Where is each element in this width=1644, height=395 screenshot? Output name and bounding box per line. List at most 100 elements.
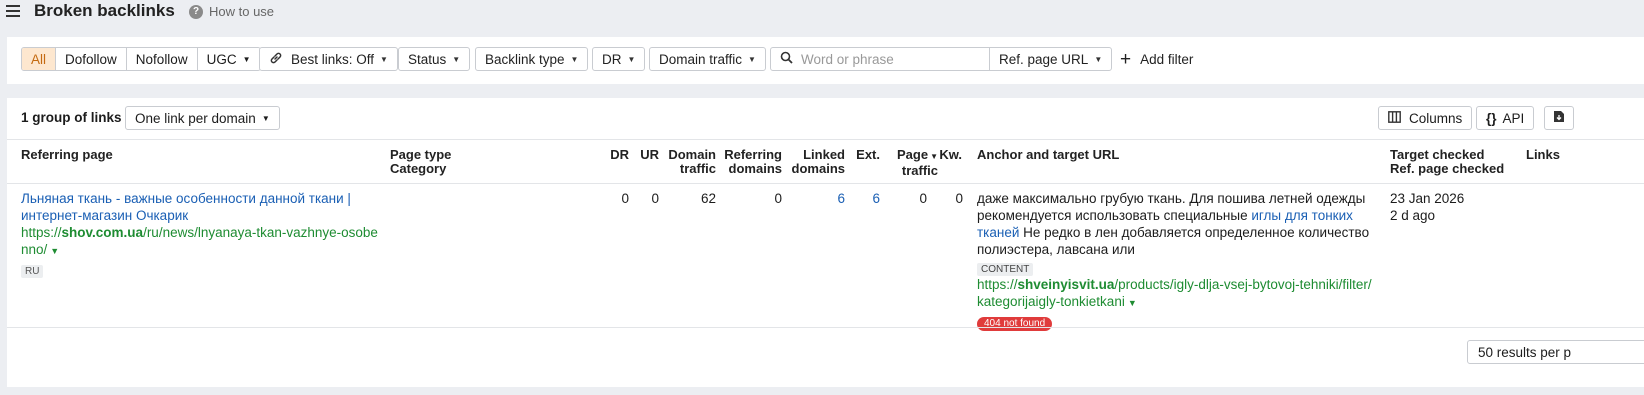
- referring-page-title-line1: Льняная ткань - важные особенности данно…: [21, 191, 351, 206]
- header-checked[interactable]: Target checked Ref. page checked: [1390, 148, 1504, 176]
- dr-label: DR: [602, 51, 622, 67]
- link-type-ugc[interactable]: UGC ▼: [196, 48, 260, 70]
- anchor-link-part2[interactable]: тканей: [977, 225, 1019, 240]
- add-filter-button[interactable]: + Add filter: [1120, 47, 1193, 71]
- ugc-label: UGC: [206, 51, 237, 67]
- page-title: Broken backlinks: [34, 1, 175, 20]
- header-domain-traffic[interactable]: Domain traffic: [657, 148, 716, 176]
- filter-bar: All Dofollow Nofollow UGC ▼ Best links: O…: [7, 37, 1644, 84]
- domain-traffic-value: 62: [700, 191, 716, 206]
- status-filter[interactable]: Status ▼: [398, 47, 471, 71]
- columns-icon: [1388, 110, 1401, 126]
- url-path-line2: nno/: [21, 242, 48, 257]
- referring-page-url[interactable]: https://shov.com.ua/ru/news/lnyanaya-tka…: [21, 224, 381, 260]
- header-linked-domains[interactable]: Linked domains: [787, 148, 845, 176]
- link-type-all[interactable]: All: [22, 48, 56, 70]
- referring-page-cell: Льняная ткань - важные особенности данно…: [21, 190, 381, 278]
- linked-domains-value[interactable]: 6: [805, 190, 845, 207]
- header-ref-page-checked: Ref. page checked: [1390, 161, 1505, 176]
- results-per-page-label: 50 results per p: [1478, 344, 1572, 360]
- header-ur[interactable]: UR: [627, 148, 659, 162]
- content-badge: CONTENT: [977, 263, 1034, 276]
- header-target-checked: Target checked: [1390, 147, 1485, 162]
- dr-filter[interactable]: DR ▼: [592, 47, 646, 71]
- header-linked-domains-line1: Linked: [803, 147, 845, 162]
- how-to-use-label: How to use: [209, 4, 275, 19]
- header-page-traffic-line2: traffic: [901, 163, 938, 178]
- url-domain: shov.com.ua: [61, 225, 144, 240]
- chevron-down-icon: ▼: [452, 54, 461, 64]
- ref-page-checked-ago: 2 d ago: [1390, 208, 1436, 223]
- search-scope-select[interactable]: Ref. page URL ▼: [989, 47, 1113, 71]
- header-page-traffic[interactable]: Page ▼ traffic: [882, 148, 938, 178]
- header-referring-domains-line1: Referring: [724, 147, 782, 162]
- kw-value: 0: [955, 191, 963, 206]
- header-page-type[interactable]: Page type Category: [390, 148, 451, 176]
- backlink-type-label: Backlink type: [485, 51, 565, 67]
- group-count: 1 group of links: [21, 110, 122, 125]
- header-dr[interactable]: DR: [597, 148, 629, 162]
- header-domain-traffic-line2: traffic: [679, 161, 716, 176]
- columns-label: Columns: [1409, 110, 1463, 126]
- target-url-prefix: https://: [977, 277, 1018, 292]
- domain-traffic-filter[interactable]: Domain traffic ▼: [649, 47, 766, 71]
- grouping-label: One link per domain: [135, 110, 256, 126]
- chevron-down-icon: ▼: [242, 54, 251, 64]
- help-icon: ?: [189, 4, 203, 19]
- target-url-dropdown-icon[interactable]: ▼: [1128, 298, 1137, 308]
- header-ext[interactable]: Ext.: [847, 148, 880, 162]
- add-filter-label: Add filter: [1140, 51, 1194, 67]
- menu-icon[interactable]: [6, 5, 20, 17]
- status-badge: 404 not found: [977, 317, 1053, 331]
- chevron-down-icon: ▼: [570, 54, 579, 64]
- grouping-select[interactable]: One link per domain ▼: [125, 106, 280, 130]
- target-url-path-line2: kategorijaigly-tonkietkani: [977, 294, 1125, 309]
- backlink-type-filter[interactable]: Backlink type ▼: [475, 47, 589, 71]
- how-to-use-link[interactable]: ? How to use: [189, 4, 274, 19]
- anchor-text-line3: Не редко в лен добавляется определенное …: [1019, 225, 1370, 240]
- domain-traffic-label: Domain traffic: [659, 51, 743, 67]
- ext-value[interactable]: 6: [840, 190, 880, 207]
- link-icon: [269, 51, 283, 68]
- link-type-nofollow[interactable]: Nofollow: [125, 48, 197, 70]
- url-dropdown-icon[interactable]: ▼: [50, 246, 59, 256]
- divider: [7, 183, 1644, 184]
- status-label: Status: [408, 51, 447, 67]
- export-icon: [1553, 110, 1565, 126]
- chevron-down-icon: ▼: [627, 54, 636, 64]
- header-page-traffic-line1: Page: [897, 147, 929, 162]
- target-url-domain: shveinyisvit.ua: [1017, 277, 1115, 292]
- header-anchor[interactable]: Anchor and target URL: [977, 148, 1119, 162]
- export-button[interactable]: [1544, 106, 1574, 130]
- header-linked-domains-line2: domains: [791, 161, 845, 176]
- target-url-path-line1: /products/igly-dlja-vsej-bytovoj-tehniki…: [1114, 277, 1372, 292]
- columns-button[interactable]: Columns: [1378, 106, 1473, 130]
- anchor-cell: даже максимально грубую ткань. Для пошив…: [977, 190, 1382, 331]
- chevron-down-icon: ▼: [748, 54, 756, 64]
- link-type-dofollow[interactable]: Dofollow: [55, 48, 126, 70]
- anchor-text-line1: даже максимально грубую ткань. Для пошив…: [977, 191, 1366, 206]
- search-icon: [780, 51, 793, 67]
- header-page-type-label: Page type: [390, 147, 452, 162]
- divider: [7, 327, 1644, 328]
- search-placeholder: Word or phrase: [801, 51, 894, 67]
- anchor-text-line2: рекомендуется использовать специальные: [977, 208, 1252, 223]
- ur-value: 0: [651, 191, 659, 206]
- header-referring-domains-line2: domains: [728, 161, 782, 176]
- target-url[interactable]: https://shveinyisvit.ua/products/igly-dl…: [977, 276, 1382, 312]
- header-kw[interactable]: Kw.: [932, 148, 962, 162]
- url-path-line1: /ru/news/lnyanaya-tkan-vazhnye-osobe: [143, 225, 378, 240]
- header-referring-domains[interactable]: Referring domains: [722, 148, 782, 176]
- results-per-page-select[interactable]: 50 results per p: [1467, 340, 1644, 364]
- search-input[interactable]: Word or phrase: [770, 47, 991, 71]
- anchor-link-part1[interactable]: иглы для тонких: [1251, 208, 1353, 223]
- header-referring-page[interactable]: Referring page: [21, 148, 113, 162]
- best-links-filter[interactable]: Best links: Off ▼: [259, 47, 398, 71]
- referring-page-title-line2: интернет-магазин Очкарик: [21, 208, 189, 223]
- api-button[interactable]: {} API: [1476, 106, 1535, 130]
- best-links-label: Best links: Off: [291, 51, 375, 67]
- checked-cell: 23 Jan 2026 2 d ago: [1390, 190, 1464, 224]
- header-links[interactable]: Links: [1526, 148, 1560, 162]
- referring-page-title[interactable]: Льняная ткань - важные особенности данно…: [21, 190, 381, 224]
- api-icon: {}: [1486, 110, 1497, 126]
